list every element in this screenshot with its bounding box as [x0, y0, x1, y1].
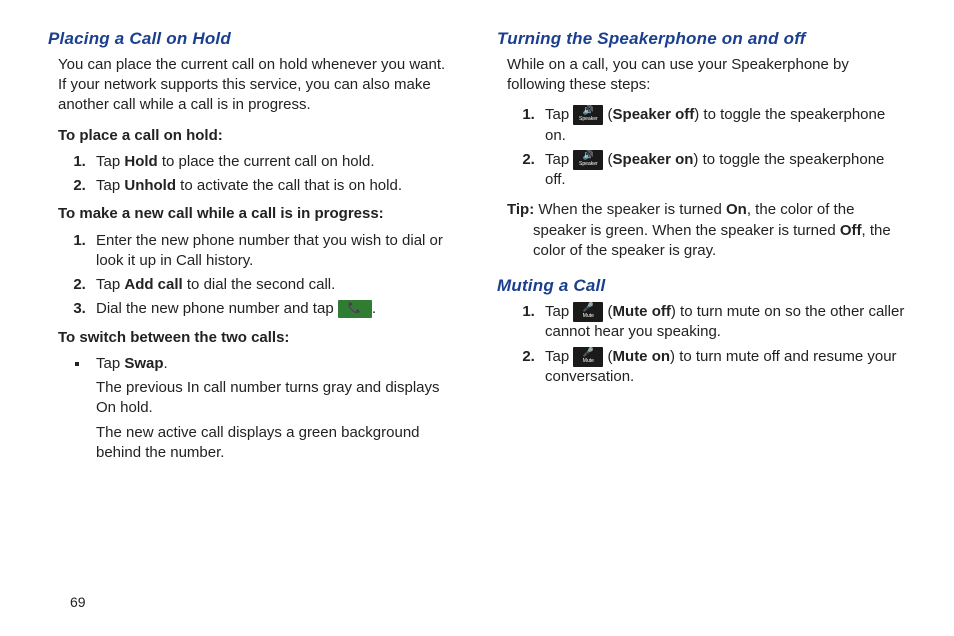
steps-new-call: Enter the new phone number that you wish…	[48, 231, 457, 320]
speaker-icon	[573, 150, 603, 170]
text: Tap	[545, 151, 573, 168]
bold: Mute off	[613, 303, 671, 320]
bold: Unhold	[124, 177, 176, 194]
step: Tap (Mute on) to turn mute off and resum…	[539, 347, 906, 388]
text: Tap	[545, 106, 573, 123]
text: .	[372, 300, 376, 317]
mute-icon	[573, 302, 603, 322]
text: .	[164, 355, 168, 372]
step: Tap Add call to dial the second call.	[90, 275, 457, 295]
text: Dial the new phone number and tap	[96, 300, 338, 317]
bold: Mute on	[613, 348, 671, 365]
text: to dial the second call.	[183, 276, 336, 293]
text: Tap	[96, 276, 124, 293]
bold: On	[726, 201, 747, 218]
bullet-swap: Tap Swap. The previous In call number tu…	[48, 354, 457, 463]
intro-text: You can place the current call on hold w…	[58, 55, 457, 116]
text: Tap	[545, 348, 573, 365]
bold: Add call	[124, 276, 182, 293]
steps-mute: Tap (Mute off) to turn mute on so the ot…	[497, 302, 906, 387]
step: Tap (Mute off) to turn mute on so the ot…	[539, 302, 906, 343]
bold: Speaker off	[613, 106, 695, 123]
right-column: Turning the Speakerphone on and off Whil…	[497, 28, 906, 471]
step: Tap (Speaker on) to toggle the speakerph…	[539, 150, 906, 191]
bullet-item: Tap Swap. The previous In call number tu…	[90, 354, 457, 463]
page-columns: Placing a Call on Hold You can place the…	[48, 28, 906, 471]
step: Tap Hold to place the current call on ho…	[90, 152, 457, 172]
follow-text: The new active call displays a green bac…	[96, 423, 457, 464]
bold: Speaker on	[613, 151, 694, 168]
call-icon	[338, 300, 372, 318]
bold: Hold	[124, 153, 157, 170]
tip-label: Tip:	[507, 201, 534, 218]
text: (	[603, 151, 612, 168]
heading-placing-hold: Placing a Call on Hold	[48, 28, 457, 51]
mute-icon	[573, 347, 603, 367]
step: Enter the new phone number that you wish…	[90, 231, 457, 272]
bold: Swap	[124, 355, 163, 372]
step: Tap Unhold to activate the call that is …	[90, 176, 457, 196]
text: (	[603, 348, 612, 365]
step: Dial the new phone number and tap .	[90, 299, 457, 319]
bold: Off	[840, 222, 862, 239]
text: to activate the call that is on hold.	[176, 177, 402, 194]
heading-muting: Muting a Call	[497, 275, 906, 298]
heading-speakerphone: Turning the Speakerphone on and off	[497, 28, 906, 51]
text: Tap	[96, 153, 124, 170]
text: Tap	[96, 177, 124, 194]
subhead-place-hold: To place a call on hold:	[58, 126, 457, 146]
text: Tap	[96, 355, 124, 372]
tip-block: Tip: When the speaker is turned On, the …	[497, 200, 906, 261]
subhead-new-call: To make a new call while a call is in pr…	[58, 204, 457, 224]
follow-text: The previous In call number turns gray a…	[96, 378, 457, 419]
subhead-switch-calls: To switch between the two calls:	[58, 328, 457, 348]
text: Tap	[545, 303, 573, 320]
steps-place-hold: Tap Hold to place the current call on ho…	[48, 152, 457, 197]
text: (	[603, 303, 612, 320]
speaker-icon	[573, 105, 603, 125]
text: (	[603, 106, 612, 123]
intro-text: While on a call, you can use your Speake…	[507, 55, 906, 96]
left-column: Placing a Call on Hold You can place the…	[48, 28, 457, 471]
steps-speaker: Tap (Speaker off) to toggle the speakerp…	[497, 105, 906, 190]
step: Tap (Speaker off) to toggle the speakerp…	[539, 105, 906, 146]
text: to place the current call on hold.	[158, 153, 375, 170]
page-number: 69	[70, 593, 86, 612]
text: When the speaker is turned	[534, 201, 726, 218]
